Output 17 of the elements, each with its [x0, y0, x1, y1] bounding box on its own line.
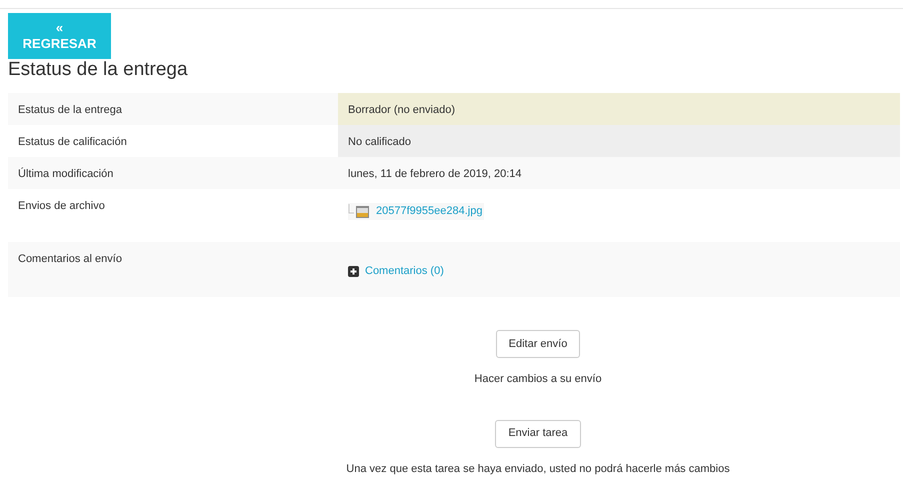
- action-button[interactable]: Enviar tarea: [495, 420, 581, 448]
- back-button[interactable]: « REGRESAR: [8, 13, 111, 59]
- row-value: No calificado: [348, 136, 411, 148]
- row-label: Envios de archivo: [18, 200, 105, 212]
- row-label: Última modificación: [18, 168, 114, 180]
- row-label: Estatus de la entrega: [18, 104, 122, 116]
- plus-icon[interactable]: [348, 266, 359, 277]
- row-value: lunes, 11 de febrero de 2019, 20:14: [348, 168, 522, 180]
- image-file-icon: [348, 203, 370, 220]
- row-label: Estatus de calificación: [18, 136, 127, 148]
- row-value: Borrador (no enviado): [348, 104, 456, 116]
- action-button[interactable]: Editar envío: [496, 330, 580, 358]
- action-description: Una vez que esta tarea se haya enviado, usted no podrá hacerle más cambios: [346, 462, 730, 476]
- page-heading: Estatus de la entrega: [8, 59, 188, 81]
- action-description: Hacer cambios a su envío: [474, 372, 602, 387]
- row-label: Comentarios al envío: [18, 253, 122, 265]
- comments-link[interactable]: Comentarios (0): [365, 263, 444, 280]
